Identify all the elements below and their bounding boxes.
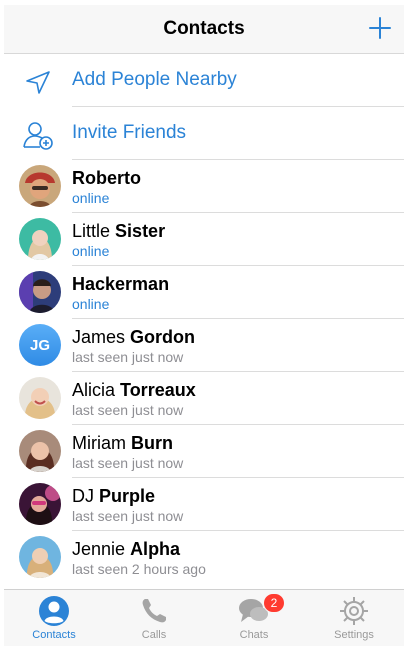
plus-icon[interactable] <box>366 14 394 42</box>
avatar <box>19 271 61 313</box>
avatar: JG <box>19 324 61 366</box>
contact-row[interactable]: JG James Gordon last seen just now <box>4 319 404 372</box>
tab-settings[interactable]: Settings <box>304 590 404 646</box>
invite-friends-label: Invite Friends <box>72 122 187 143</box>
contact-row[interactable]: Hackerman online <box>4 266 404 319</box>
contact-status: last seen just now <box>72 402 184 418</box>
contacts-screen: Contacts Add People Nearby Invite Friend… <box>0 0 408 655</box>
avatar-initials: JG <box>19 324 61 366</box>
add-people-nearby-row[interactable]: Add People Nearby <box>4 54 404 107</box>
invite-friends-row[interactable]: Invite Friends <box>4 107 404 160</box>
contact-name: Miriam Burn <box>72 433 174 453</box>
tab-label: Calls <box>141 629 167 641</box>
tab-contacts[interactable]: Contacts <box>4 590 104 646</box>
contacts-list: Add People Nearby Invite Friends Roberto… <box>4 54 404 584</box>
contact-name: Little Sister <box>72 221 166 241</box>
tab-calls[interactable]: Calls <box>104 590 204 646</box>
gear-icon <box>340 597 368 625</box>
contact-status: last seen just now <box>72 349 184 365</box>
contact-status: last seen just now <box>72 455 184 471</box>
contact-row[interactable]: Miriam Burn last seen just now <box>4 425 404 478</box>
phone-icon <box>142 599 166 623</box>
avatar <box>19 430 61 472</box>
contact-name: Jennie Alpha <box>72 539 181 559</box>
page-title: Contacts <box>163 18 245 39</box>
unread-badge: 2 <box>263 593 285 613</box>
location-arrow-icon <box>26 71 50 94</box>
avatar <box>19 218 61 260</box>
contact-name: Hackerman <box>72 274 170 294</box>
contact-status: online <box>72 190 110 206</box>
tab-chats[interactable]: 2 Chats <box>204 590 304 646</box>
add-user-icon <box>23 122 53 150</box>
add-people-nearby-label: Add People Nearby <box>72 69 237 90</box>
avatar <box>19 377 61 419</box>
contact-name: Roberto <box>72 168 141 188</box>
navigation-bar: Contacts <box>4 5 404 54</box>
tab-label: Contacts <box>32 629 76 641</box>
contact-row[interactable]: Alicia Torreaux last seen just now <box>4 372 404 425</box>
contact-row[interactable]: Roberto online <box>4 160 404 213</box>
contact-status: last seen 2 hours ago <box>72 561 206 577</box>
contact-row[interactable]: Jennie Alpha last seen 2 hours ago <box>4 531 404 584</box>
avatar <box>19 483 61 525</box>
avatar <box>19 536 61 578</box>
contact-row[interactable]: DJ Purple last seen just now <box>4 478 404 531</box>
contact-name: Alicia Torreaux <box>72 380 196 400</box>
contact-name: DJ Purple <box>72 486 156 506</box>
contact-name: James Gordon <box>72 327 196 347</box>
tab-bar: Contacts Calls 2 Chats Settings <box>4 589 404 646</box>
contact-status: last seen just now <box>72 508 184 524</box>
avatar <box>19 165 61 207</box>
contact-row[interactable]: Little Sister online <box>4 213 404 266</box>
person-icon <box>39 596 69 626</box>
contact-status: online <box>72 296 110 312</box>
contact-status: online <box>72 243 110 259</box>
tab-label: Settings <box>334 629 374 641</box>
tab-label: Chats <box>239 629 269 641</box>
